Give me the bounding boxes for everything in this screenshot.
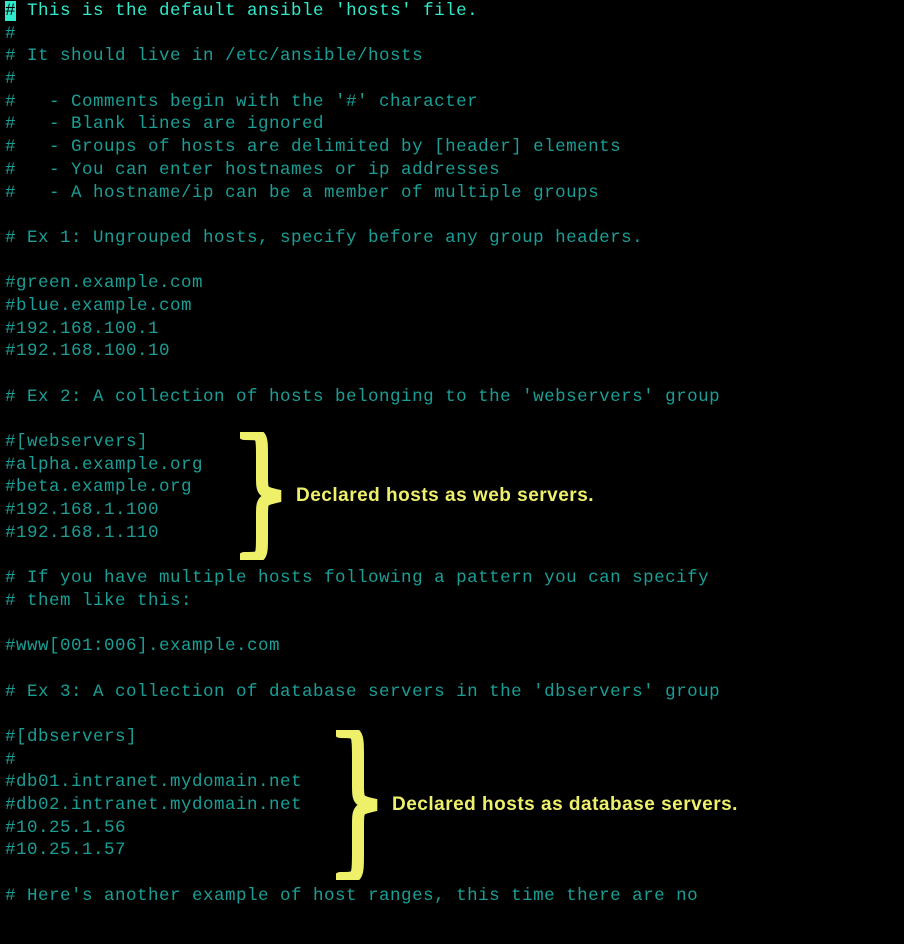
file-line: # Here's another example of host ranges,… (5, 885, 899, 908)
file-line: #www[001:006].example.com (5, 635, 899, 658)
file-line: # - Blank lines are ignored (5, 113, 899, 136)
file-line: #green.example.com (5, 272, 899, 295)
annotation-label: Declared hosts as web servers. (296, 485, 594, 508)
file-line: # (5, 23, 899, 46)
file-line: #192.168.100.1 (5, 318, 899, 341)
file-line: # Ex 3: A collection of database servers… (5, 681, 899, 704)
file-line: # - A hostname/ip can be a member of mul… (5, 182, 899, 205)
file-line: # This is the default ansible 'hosts' fi… (5, 0, 899, 23)
file-line: # Ex 2: A collection of hosts belonging … (5, 386, 899, 409)
annotation-dbservers: Declared hosts as database servers. (336, 730, 738, 880)
brace-icon (240, 432, 286, 560)
file-line (5, 658, 899, 681)
line-text: This is the default ansible 'hosts' file… (16, 1, 478, 21)
annotation-webservers: Declared hosts as web servers. (240, 432, 594, 560)
file-line: # - You can enter hostnames or ip addres… (5, 159, 899, 182)
file-line: # It should live in /etc/ansible/hosts (5, 45, 899, 68)
file-line (5, 204, 899, 227)
file-line (5, 363, 899, 386)
file-line: # them like this: (5, 590, 899, 613)
file-line (5, 408, 899, 431)
file-line (5, 703, 899, 726)
file-line: # - Comments begin with the '#' characte… (5, 91, 899, 114)
file-line: #192.168.100.10 (5, 340, 899, 363)
file-line (5, 613, 899, 636)
file-line: # If you have multiple hosts following a… (5, 567, 899, 590)
file-line: # - Groups of hosts are delimited by [he… (5, 136, 899, 159)
file-line: # (5, 68, 899, 91)
terminal-view[interactable]: # This is the default ansible 'hosts' fi… (0, 0, 904, 944)
cursor: # (5, 1, 16, 21)
annotation-label: Declared hosts as database servers. (392, 794, 738, 817)
file-line: #blue.example.com (5, 295, 899, 318)
file-line (5, 250, 899, 273)
brace-icon (336, 730, 382, 880)
file-line: # Ex 1: Ungrouped hosts, specify before … (5, 227, 899, 250)
